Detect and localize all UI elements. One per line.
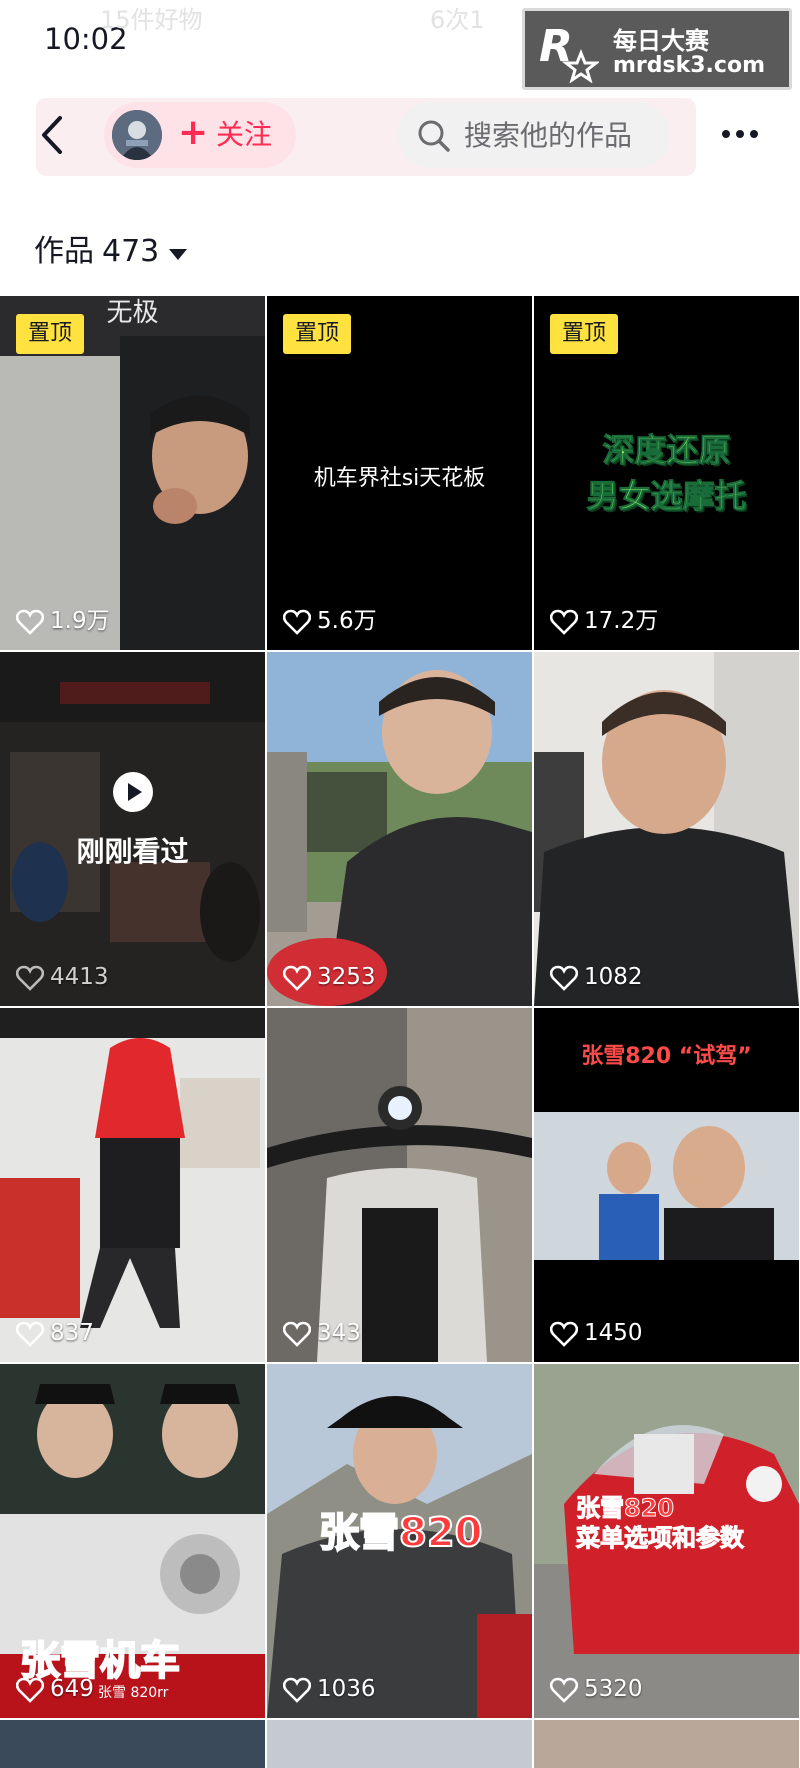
watermark-url: mrdsk3.com: [613, 53, 765, 78]
video-tile[interactable]: 张雪820 “试驾” 1450: [534, 1008, 799, 1362]
avatar-image: [112, 110, 162, 160]
heart-icon: [16, 965, 44, 991]
top-nav: + 关注 搜索他的作品: [0, 92, 800, 178]
cover-subtitle: 张雪 820rr: [98, 1685, 169, 1701]
likes-count: 1.9万: [50, 608, 110, 634]
play-icon: [113, 772, 153, 812]
likes-count: 17.2万: [584, 608, 659, 634]
likes-count: 837: [50, 1320, 94, 1346]
heart-icon: [16, 609, 44, 635]
likes-count: 1036: [317, 1676, 376, 1702]
heart-icon: [283, 965, 311, 991]
heart-icon: [283, 1321, 311, 1347]
video-tile[interactable]: 张雪820 1036: [267, 1364, 532, 1718]
cover-caption: 机车界社si天花板: [313, 466, 486, 491]
heart-icon: [550, 965, 578, 991]
pinned-badge: 置顶: [283, 314, 351, 354]
follow-label: 关注: [216, 118, 273, 151]
likes-count: 5.6万: [317, 608, 377, 634]
video-tile[interactable]: 837: [0, 1008, 265, 1362]
plus-icon: +: [178, 112, 209, 153]
video-tile[interactable]: [0, 1720, 265, 1768]
video-thumbnail: [0, 1008, 265, 1362]
watched-overlay: [0, 652, 265, 1006]
pinned-badge: 置顶: [16, 314, 84, 354]
heart-icon: [283, 609, 311, 635]
heart-icon: [283, 1677, 311, 1703]
video-thumbnail: [534, 652, 799, 1006]
video-tile[interactable]: [534, 1720, 799, 1768]
video-tile[interactable]: 张雪820 菜单选项和参数 5320: [534, 1364, 799, 1718]
recently-watched-label: 刚刚看过: [76, 835, 189, 868]
cover-title-line2: 男女选摩托: [586, 477, 747, 516]
video-tile[interactable]: 3253: [267, 652, 532, 1006]
watermark-logo: R: [539, 21, 599, 83]
heart-icon: [16, 1321, 44, 1347]
works-label: 作品: [34, 234, 94, 269]
works-grid: 无极 置顶 1.9万 置顶 机车界社si天花板 5.6万 置顶 深度还原 男女选…: [0, 296, 800, 1768]
ghost-text-left: 15件好物: [100, 6, 203, 34]
video-tile[interactable]: 无极 置顶 1.9万: [0, 296, 265, 650]
works-count: 473: [102, 234, 160, 269]
likes-count: 1082: [584, 964, 643, 990]
search-placeholder: 搜索他的作品: [464, 119, 633, 152]
video-thumbnail: [267, 1008, 532, 1362]
heart-icon: [550, 1677, 578, 1703]
search-icon: [418, 120, 450, 152]
heart-icon: [16, 1677, 44, 1703]
search-input[interactable]: 搜索他的作品: [398, 102, 670, 168]
watermark-title: 每日大赛: [613, 27, 709, 55]
pinned-badge: 置顶: [550, 314, 618, 354]
likes-count: 3253: [317, 964, 376, 990]
caret-down-icon: [169, 249, 188, 260]
video-tile[interactable]: 刚刚看过 4413: [0, 652, 265, 1006]
likes-count: 4413: [50, 964, 109, 990]
cover-title-line2: 菜单选项和参数: [576, 1524, 745, 1553]
works-tab[interactable]: 作品 473: [34, 228, 188, 278]
back-arrow-icon[interactable]: [30, 110, 76, 160]
video-tile[interactable]: 置顶 深度还原 男女选摩托 17.2万: [534, 296, 799, 650]
video-tile[interactable]: [267, 1720, 532, 1768]
cover-title-line1: 深度还原: [602, 431, 731, 470]
heart-icon: [550, 609, 578, 635]
avatar[interactable]: [112, 110, 162, 160]
ghost-text-right: 6次1: [430, 6, 485, 34]
video-tile[interactable]: 置顶 机车界社si天花板 5.6万: [267, 296, 532, 650]
watermark: R 每日大赛 mrdsk3.com: [522, 8, 792, 90]
likes-count: 649: [50, 1676, 94, 1702]
video-tile[interactable]: 1082: [534, 652, 799, 1006]
likes-count: 5320: [584, 1676, 643, 1702]
cover-title: 张雪820 “试驾”: [581, 1044, 752, 1069]
likes-count: 343: [317, 1320, 361, 1346]
cover-title: 张雪机车: [19, 1637, 181, 1685]
video-tile[interactable]: 343: [267, 1008, 532, 1362]
heart-icon: [550, 1321, 578, 1347]
follow-button[interactable]: + 关注: [104, 102, 296, 168]
cover-title: 张雪820: [318, 1509, 483, 1557]
more-options-icon[interactable]: [716, 114, 764, 154]
video-tile[interactable]: 张雪机车 张雪 820rr 649: [0, 1364, 265, 1718]
likes-count: 1450: [584, 1320, 643, 1346]
video-thumbnail: [267, 652, 532, 1006]
